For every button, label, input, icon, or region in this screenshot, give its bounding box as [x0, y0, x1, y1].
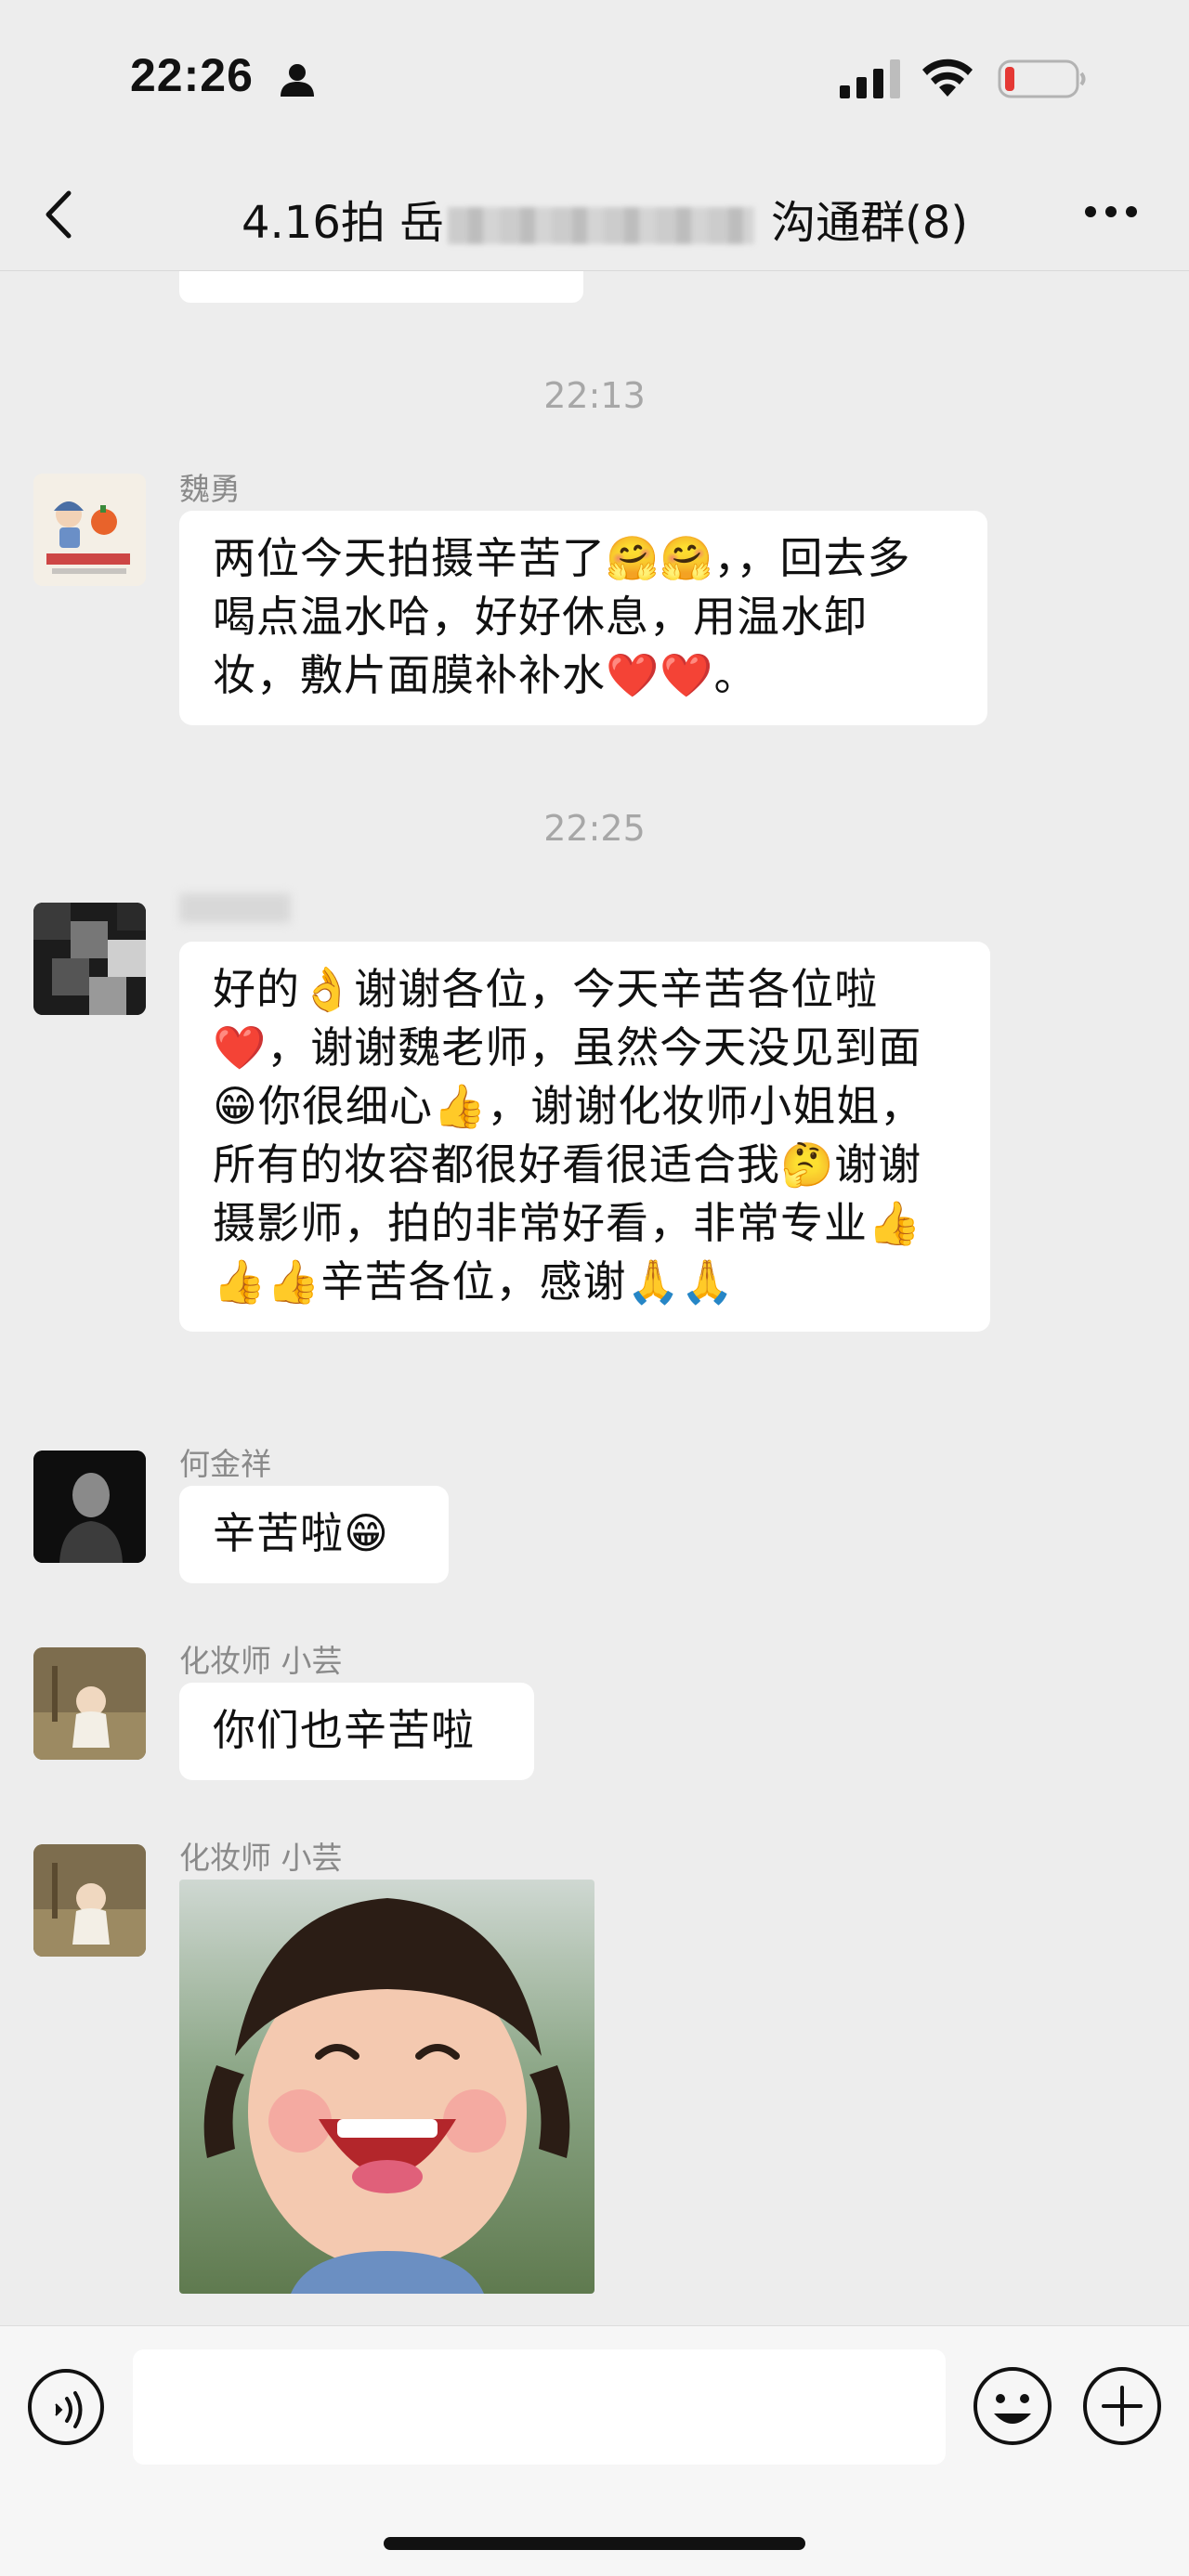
image-message[interactable]: [179, 1880, 594, 2294]
cartoon-avatar-icon: [33, 474, 146, 586]
chevron-left-icon[interactable]: [37, 182, 84, 247]
pixelated-photo-avatar-icon: [33, 903, 146, 1015]
chat-title: 4.16拍 岳 沟通群(8): [242, 186, 968, 251]
sender-name-redacted: [179, 893, 291, 923]
chat-title-suffix: 沟通群(8): [771, 197, 969, 249]
child-photo-avatar-icon: [33, 1647, 146, 1760]
message-bubble[interactable]: 两位今天拍摄辛苦了🤗🤗，，回去多喝点温水哈，好好休息，用温水卸妆，敷片面膜补补水…: [179, 511, 987, 725]
child-photo-avatar-icon: [33, 1844, 146, 1957]
previous-message-bubble[interactable]: [179, 271, 583, 303]
wifi-icon: [922, 59, 973, 97]
dark-portrait-avatar-icon: [33, 1451, 146, 1563]
voice-icon[interactable]: [26, 2367, 106, 2447]
avatar[interactable]: [33, 903, 146, 1015]
ellipsis-icon[interactable]: [1081, 193, 1141, 230]
sender-name: 魏勇: [179, 471, 241, 507]
status-bar: 22:26: [0, 0, 1189, 158]
laughing-toddler-sticker-icon: [179, 1880, 594, 2294]
message-bubble[interactable]: 你们也辛苦啦: [179, 1683, 534, 1780]
person-icon: [281, 64, 314, 97]
message-bubble[interactable]: 辛苦啦😁: [179, 1486, 449, 1583]
timestamp: 22:13: [543, 375, 646, 416]
avatar[interactable]: [33, 474, 146, 586]
avatar[interactable]: [33, 1647, 146, 1760]
plus-icon[interactable]: [1081, 2365, 1163, 2447]
message-input[interactable]: [133, 2349, 946, 2465]
emoji-icon[interactable]: [972, 2365, 1053, 2447]
sender-name: 何金祥: [179, 1446, 271, 1482]
timestamp: 22:25: [543, 808, 646, 849]
signal-icon: [840, 59, 900, 98]
avatar[interactable]: [33, 1451, 146, 1563]
chat-history[interactable]: 22:13 魏勇 两位今天拍摄辛苦了🤗🤗，，回去多喝点温水哈，好好休息，用温水卸…: [0, 271, 1189, 2325]
status-time: 22:26: [130, 49, 254, 101]
nav-bar: 4.16拍 岳 沟通群(8): [0, 158, 1189, 271]
battery-low-icon: [998, 59, 1086, 98]
avatar[interactable]: [33, 1844, 146, 1957]
chat-title-prefix: 4.16拍 岳: [242, 197, 445, 249]
redacted-group-name: [448, 207, 755, 244]
sender-name: 化妆师 小芸: [179, 1840, 343, 1876]
message-bubble[interactable]: 好的👌谢谢各位，今天辛苦各位啦❤️，谢谢魏老师，虽然今天没见到面😁你很细心👍，谢…: [179, 942, 990, 1332]
sender-name: 化妆师 小芸: [179, 1643, 343, 1679]
home-indicator[interactable]: [384, 2537, 805, 2550]
